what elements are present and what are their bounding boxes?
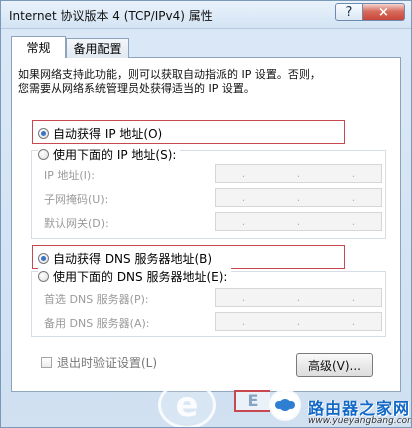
window-titlebar: Internet 协议版本 4 (TCP/IPv4) 属性 ? ×: [1, 1, 411, 29]
validate-settings-label: 退出时验证设置(L): [57, 356, 158, 370]
window-title: Internet 协议版本 4 (TCP/IPv4) 属性: [9, 9, 213, 23]
tcp-ipv4-properties-window: Internet 协议版本 4 (TCP/IPv4) 属性 ? × 常规 备用配…: [0, 0, 412, 428]
obtain-ip-automatically-radio[interactable]: [38, 128, 49, 139]
default-gateway-field[interactable]: ...: [215, 212, 382, 231]
advanced-button[interactable]: 高级(V)...: [296, 353, 373, 377]
default-gateway-dot-2: .: [296, 215, 301, 228]
use-following-ip-option[interactable]: 使用下面的 IP 地址(S):: [38, 146, 181, 163]
ip-address-dot-3: .: [351, 167, 356, 180]
watermark-site-url: www.yueyangbang.com: [308, 416, 412, 426]
help-button[interactable]: ?: [335, 3, 363, 21]
alternate-dns-dot-1: .: [241, 315, 246, 328]
use-following-dns-label: 使用下面的 DNS 服务器地址(E):: [53, 270, 228, 284]
preferred-dns-dot-2: .: [296, 291, 301, 304]
obtain-dns-automatically-radio[interactable]: [38, 253, 49, 264]
description-line-1: 如果网络支持此功能，则可以获取自动指派的 IP 设置。否则，: [18, 68, 321, 81]
use-following-dns-radio[interactable]: [38, 271, 49, 282]
use-following-ip-radio[interactable]: [38, 149, 49, 160]
alternate-dns-label: 备用 DNS 服务器(A):: [44, 317, 150, 330]
help-icon: ?: [345, 4, 353, 20]
alternate-dns-dot-3: .: [351, 315, 356, 328]
default-gateway-dot-1: .: [241, 215, 246, 228]
ip-address-label: IP 地址(I):: [44, 169, 95, 182]
obtain-dns-automatically-option[interactable]: 自动获得 DNS 服务器地址(B): [38, 250, 212, 267]
subnet-mask-dot-2: .: [296, 191, 301, 204]
description-line-2: 您需要从网络系统管理员处获得适当的 IP 设置。: [18, 82, 255, 95]
preferred-dns-dot-1: .: [241, 291, 246, 304]
obtain-ip-automatically-option[interactable]: 自动获得 IP 地址(O): [38, 125, 162, 142]
window-controls: ? ×: [335, 3, 405, 21]
use-following-ip-label: 使用下面的 IP 地址(S):: [53, 148, 177, 162]
preferred-dns-field[interactable]: ...: [215, 288, 382, 307]
validate-settings-checkbox[interactable]: [41, 357, 52, 368]
site-watermark: 路由器之家网 www.yueyangbang.com: [261, 389, 412, 427]
ip-address-field[interactable]: ...: [215, 164, 382, 183]
router-home-icon: [271, 391, 299, 419]
use-following-dns-option[interactable]: 使用下面的 DNS 服务器地址(E):: [38, 268, 232, 285]
ip-address-dot-2: .: [296, 167, 301, 180]
close-icon: ×: [378, 4, 389, 20]
tab-alternate-configuration[interactable]: 备用配置: [66, 38, 129, 58]
obtain-dns-automatically-label: 自动获得 DNS 服务器地址(B): [53, 252, 213, 266]
default-gateway-dot-3: .: [351, 215, 356, 228]
ip-settings-description: 如果网络支持此功能，则可以获取自动指派的 IP 设置。否则， 您需要从网络系统管…: [18, 68, 378, 96]
preferred-dns-label: 首选 DNS 服务器(P):: [44, 293, 149, 306]
obtain-ip-automatically-label: 自动获得 IP 地址(O): [53, 127, 163, 141]
subnet-mask-dot-1: .: [241, 191, 246, 204]
watermark-circle-logo-icon: e: [158, 381, 216, 427]
tab-general[interactable]: 常规: [11, 36, 66, 58]
validate-settings-option[interactable]: 退出时验证设置(L): [41, 354, 157, 371]
close-button[interactable]: ×: [363, 3, 405, 21]
subnet-mask-dot-3: .: [351, 191, 356, 204]
ip-address-dot-1: .: [241, 167, 246, 180]
subnet-mask-label: 子网掩码(U):: [44, 193, 109, 206]
default-gateway-label: 默认网关(D):: [44, 217, 109, 230]
subnet-mask-field[interactable]: ...: [215, 188, 382, 207]
preferred-dns-dot-3: .: [351, 291, 356, 304]
alternate-dns-field[interactable]: ...: [215, 312, 382, 331]
alternate-dns-dot-2: .: [296, 315, 301, 328]
